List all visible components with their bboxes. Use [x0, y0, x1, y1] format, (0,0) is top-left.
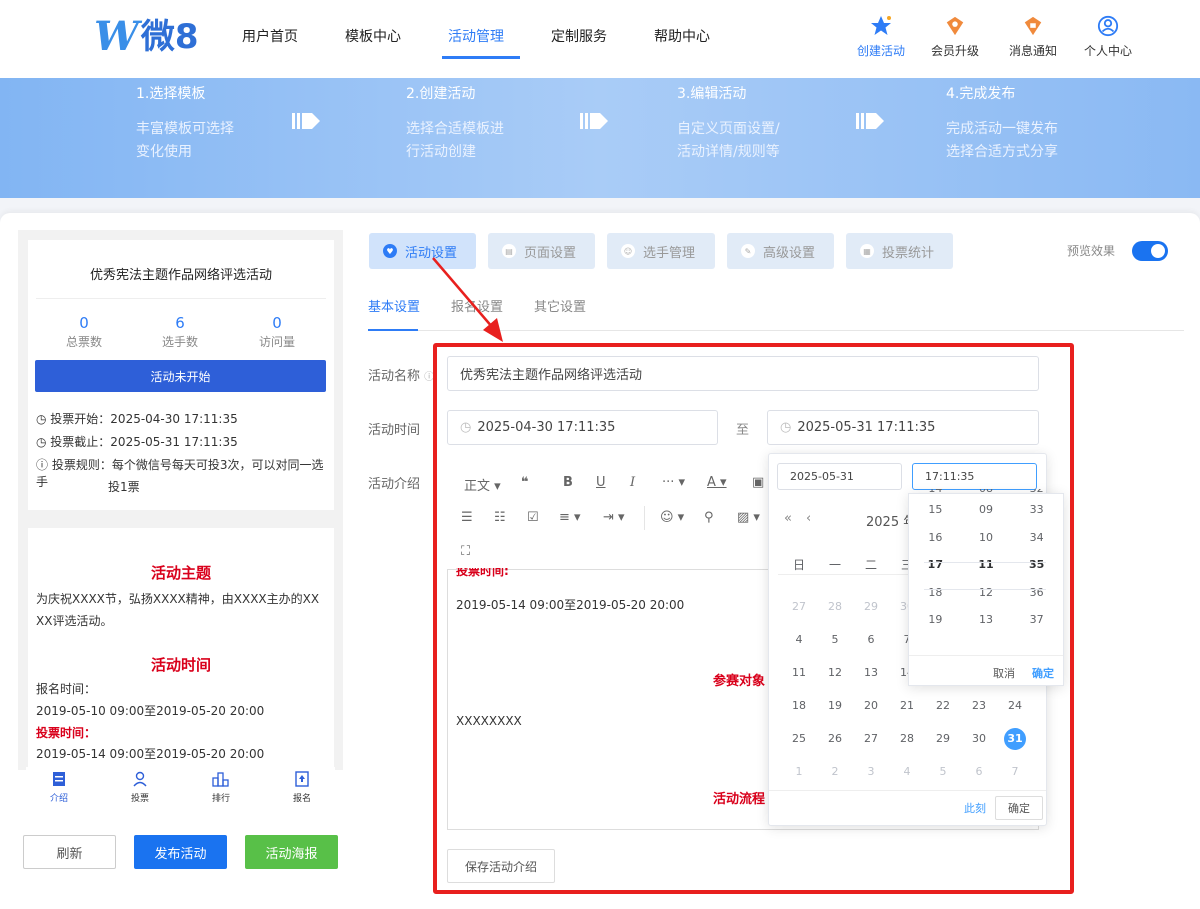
subtab-basic[interactable]: 基本设置	[368, 296, 420, 315]
activity-title: 优秀宪法主题作品网络评选活动	[89, 268, 272, 283]
create-activity-button[interactable]: 创建活动	[845, 14, 917, 59]
step-1-title: 1.选择模板	[136, 86, 206, 102]
theme-heading: 活动主题	[150, 564, 211, 582]
visits-label: 访问量	[258, 335, 295, 349]
vote-time-label: 投票时间：	[36, 726, 97, 740]
bottom-nav-rank[interactable]: 排行	[206, 771, 236, 804]
user-icon	[1072, 14, 1144, 38]
signup-time: 2019-05-10 09:00至2019-05-20 20:00	[36, 704, 265, 718]
publish-button[interactable]: 发布活动	[134, 835, 227, 869]
visits-value: 0	[272, 314, 282, 332]
heart-icon: ♥	[383, 244, 397, 258]
logo-w-mark: W	[94, 13, 139, 60]
subtab-active-underline	[368, 329, 418, 331]
refresh-button[interactable]: 刷新	[23, 835, 116, 869]
activity-time-label: 活动时间	[368, 423, 421, 438]
poster-button[interactable]: 活动海报	[245, 835, 338, 869]
bottom-nav-vote[interactable]: 投票	[125, 771, 155, 804]
signup-icon	[295, 771, 309, 787]
nav-home[interactable]: 用户首页	[242, 26, 298, 46]
preview-toggle[interactable]	[1132, 241, 1168, 261]
signup-label: 报名时间：	[36, 682, 97, 696]
step-3-desc: 自定义页面设置/活动详情/规则等	[677, 121, 780, 160]
activity-name-label: 活动名称 ⓘ	[368, 369, 435, 384]
preview-label: 预览效果	[1067, 244, 1116, 258]
vote-person-icon	[133, 771, 147, 787]
divider	[36, 298, 326, 299]
notifications-label: 消息通知	[1008, 44, 1057, 58]
logo[interactable]: W 微8	[94, 14, 199, 60]
user-center-button[interactable]: 个人中心	[1072, 14, 1144, 59]
nav-active-underline	[442, 56, 520, 59]
tab-vote-statistics[interactable]: ▦ 投票统计	[846, 233, 953, 269]
annotation-highlight-box	[433, 343, 1074, 894]
contestants-value: 6	[175, 314, 185, 332]
activity-status-button[interactable]: 活动未开始	[35, 360, 326, 392]
star-icon	[845, 14, 917, 38]
step-4-desc: 完成活动一键发布 选择合适方式分享	[946, 121, 1058, 160]
intro-icon	[53, 772, 65, 786]
step-1-desc: 丰富模板可选择 变化使用	[136, 121, 234, 160]
nav-custom-service[interactable]: 定制服务	[551, 26, 607, 46]
stats-icon: ▦	[860, 244, 874, 258]
bottom-nav-intro[interactable]: 介绍	[44, 771, 74, 804]
subtab-other[interactable]: 其它设置	[534, 296, 586, 315]
step-4-title: 4.完成发布	[946, 86, 1016, 102]
nav-activity-management[interactable]: 活动管理	[448, 26, 504, 46]
vip-diamond-icon	[919, 14, 991, 38]
vip-upgrade-label: 会员升级	[930, 44, 979, 58]
tab-advanced-settings[interactable]: ✎ 高级设置	[727, 233, 834, 269]
step-2-title: 2.创建活动	[406, 86, 476, 102]
user-center-label: 个人中心	[1083, 44, 1132, 58]
step-arrow-icon	[292, 113, 320, 129]
vote-rule-text-2: 投1票	[108, 480, 140, 494]
total-votes-label: 总票数	[65, 335, 102, 349]
notifications-button[interactable]: 消息通知	[997, 14, 1069, 59]
nav-templates[interactable]: 模板中心	[345, 26, 401, 46]
step-arrow-icon	[856, 113, 884, 129]
vote-start-text: ◷ 投票开始：2025-04-30 17:11:35	[36, 412, 238, 426]
tab-contestant-management[interactable]: ☺ 选手管理	[607, 233, 715, 269]
theme-text: 为庆祝XXXX节，弘扬XXXX精神，由XXXX主办的XX XX评选活动。	[36, 592, 320, 628]
activity-summary-card: 优秀宪法主题作品网络评选活动 0 总票数 6 选手数 0 访问量 活动未开始 ◷…	[28, 240, 334, 510]
activity-intro-label: 活动介绍	[368, 477, 421, 492]
step-3-title: 3.编辑活动	[677, 86, 747, 102]
vote-rule-text: ⓘ 投票规则：每个微信号每天可投3次，可以对同一选手	[36, 458, 324, 489]
vote-end-text: ◷ 投票截止：2025-05-31 17:11:35	[36, 435, 238, 449]
activity-intro-preview: 活动主题 为庆祝XXXX节，弘扬XXXX精神，由XXXX主办的XX XX评选活动。…	[28, 528, 334, 768]
total-votes-value: 0	[79, 314, 89, 332]
rank-bars-icon	[212, 772, 229, 787]
settings-icon: ✎	[741, 244, 755, 258]
create-activity-label: 创建活动	[856, 44, 905, 58]
annotation-arrow-icon	[432, 257, 503, 342]
person-icon: ☺	[621, 244, 635, 258]
nav-help[interactable]: 帮助中心	[654, 26, 710, 46]
step-2-desc: 选择合适模板进 行活动创建	[406, 121, 504, 160]
contestants-label: 选手数	[161, 335, 198, 349]
step-arrow-icon	[580, 113, 608, 129]
vip-upgrade-button[interactable]: 会员升级	[919, 14, 991, 59]
logo-text: 微8	[140, 17, 199, 57]
vote-time: 2019-05-14 09:00至2019-05-20 20:00	[36, 747, 265, 761]
bottom-nav-signup[interactable]: 报名	[287, 771, 317, 804]
time-heading: 活动时间	[150, 656, 211, 674]
bell-icon	[997, 14, 1069, 38]
